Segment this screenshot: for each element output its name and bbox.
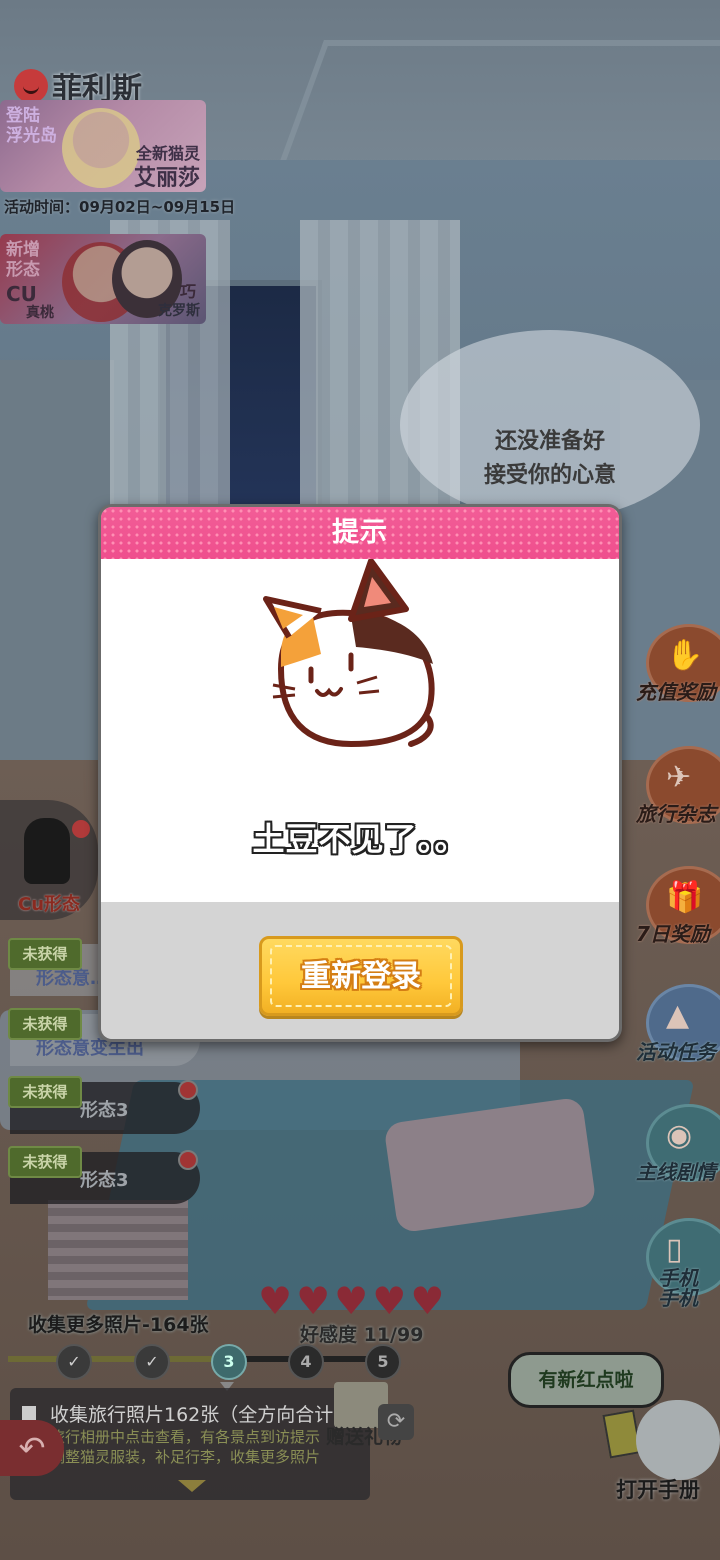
dialog-message: 土豆不见了。。 bbox=[252, 820, 468, 858]
dialog-title: 提示 bbox=[332, 517, 388, 548]
sad-cat-icon bbox=[263, 559, 435, 748]
relogin-button[interactable]: 重新登录 bbox=[259, 936, 463, 1016]
dialog-body: 土豆不见了。。 bbox=[101, 559, 619, 902]
dialog-footer: 重新登录 bbox=[101, 902, 619, 1039]
dialog-header: 提示 bbox=[101, 507, 619, 559]
relogin-label: 重新登录 bbox=[301, 959, 421, 994]
alert-dialog: 提示 土豆不见了。。 重新登录 bbox=[98, 504, 622, 1042]
